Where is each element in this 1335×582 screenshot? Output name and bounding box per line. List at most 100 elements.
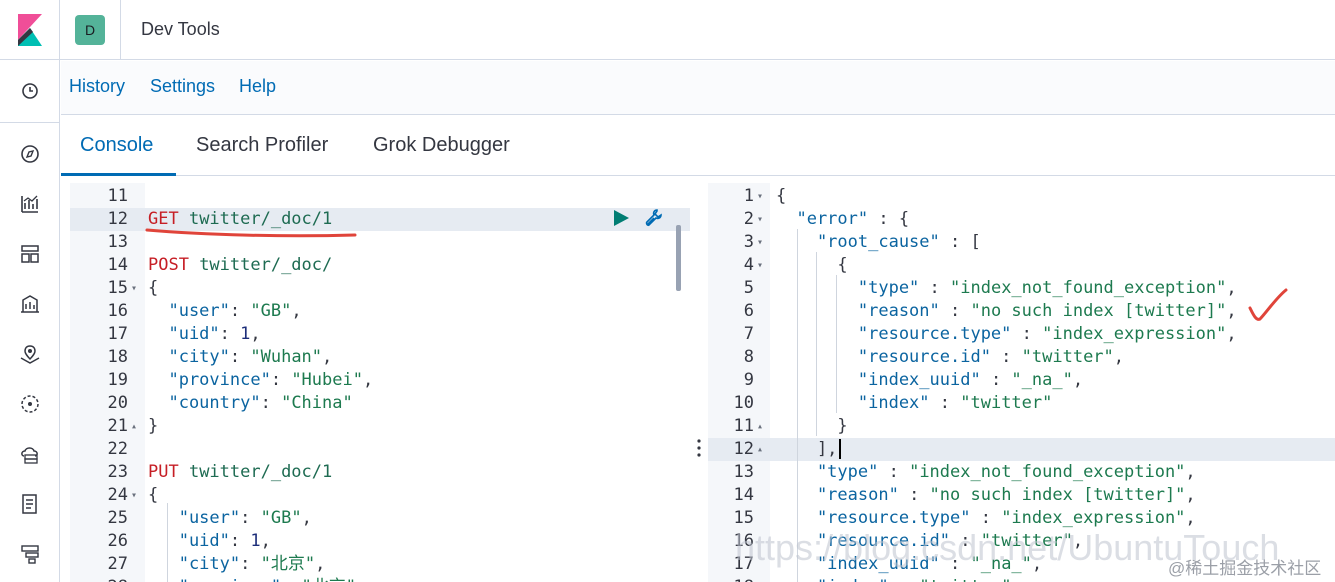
infrastructure-icon[interactable] xyxy=(16,440,44,468)
response-editor[interactable]: 1 ▾{2 ▾ "error" : {3 ▾ "root_cause" : [4 ▾ {… xyxy=(708,183,1335,582)
code-line: 4 ▾ { xyxy=(708,254,1335,277)
code-text: { xyxy=(148,484,158,507)
recently-viewed-icon[interactable] xyxy=(16,77,44,105)
fold-toggle-icon: ▾ xyxy=(757,214,764,225)
code-text: "province": "Hubei", xyxy=(148,369,373,392)
json-punctuation: , xyxy=(1185,462,1196,482)
json-punctuation: , xyxy=(1226,301,1237,321)
line-number: 11 xyxy=(733,416,754,436)
json-key: "error" xyxy=(776,209,869,229)
line-number: 7 xyxy=(743,324,754,344)
visualize-icon[interactable] xyxy=(16,190,44,218)
discover-icon[interactable] xyxy=(16,140,44,168)
json-number-value: 1 xyxy=(250,531,261,551)
json-punctuation: , xyxy=(322,347,333,367)
line-number: 13 xyxy=(107,232,128,252)
json-colon: : xyxy=(240,554,261,574)
code-line: 14 "reason" : "no such index [twitter]", xyxy=(708,484,1335,507)
machine-learning-icon[interactable] xyxy=(16,390,44,418)
code-line: 28 "province": "北京", xyxy=(70,576,690,582)
line-number: 20 xyxy=(107,393,128,413)
json-text: ], xyxy=(776,439,838,459)
json-punctuation: , xyxy=(1185,485,1196,505)
wrench-settings-icon[interactable] xyxy=(643,207,665,229)
tab-search-profiler[interactable]: Search Profiler xyxy=(196,134,328,157)
json-key: "reason" xyxy=(776,485,899,505)
code-text: "resource.id" : "twitter", xyxy=(776,346,1124,369)
json-text: { xyxy=(148,278,159,298)
code-text: "type" : "index_not_found_exception", xyxy=(776,461,1196,484)
line-number: 9 xyxy=(743,370,754,390)
json-string-value: "twitter" xyxy=(919,577,1011,582)
request-url: twitter/_doc/1 xyxy=(178,209,333,229)
line-number: 3 xyxy=(743,232,754,252)
line-number: 12 xyxy=(107,209,128,229)
json-key: "index" xyxy=(776,393,930,413)
json-text: } xyxy=(776,416,848,436)
code-line: 17 "uid": 1, xyxy=(70,323,690,346)
logs-icon[interactable] xyxy=(16,490,44,518)
request-editor[interactable]: 11 12 GET twitter/_doc/1 13 14 POST twitter/_… xyxy=(70,183,690,582)
code-text: "country": "China" xyxy=(148,392,352,415)
json-colon: : xyxy=(229,301,251,321)
line-number: 15 xyxy=(107,278,128,298)
json-punctuation: : [ xyxy=(939,232,981,252)
line-number: 2 xyxy=(743,209,754,229)
drag-handle-icon[interactable] xyxy=(696,437,702,459)
space-avatar[interactable]: D xyxy=(75,15,105,45)
code-text: "user": "GB", xyxy=(148,300,301,323)
json-colon: : xyxy=(229,531,251,551)
json-key: "user" xyxy=(148,508,241,528)
json-string-value: "index_expression" xyxy=(1001,508,1186,528)
dashboard-icon[interactable] xyxy=(16,240,44,268)
history-link[interactable]: History xyxy=(69,76,125,97)
code-text: "province": "北京", xyxy=(148,576,367,582)
json-string-value: "index_not_found_exception" xyxy=(909,462,1186,482)
json-punctuation: : xyxy=(898,485,930,505)
json-string-value: "Wuhan" xyxy=(250,347,323,367)
json-colon: : xyxy=(240,508,261,528)
json-colon: : xyxy=(260,393,282,413)
code-line: 7 "resource.type" : "index_expression", xyxy=(708,323,1335,346)
code-line: 1 ▾ { xyxy=(708,185,1335,208)
kibana-logo-icon xyxy=(18,14,42,46)
json-key: "resource.type" xyxy=(776,324,1012,344)
json-key: "uid" xyxy=(148,324,220,344)
apm-icon[interactable] xyxy=(16,540,44,568)
json-punctuation: : xyxy=(1011,324,1043,344)
code-line: 10 "index" : "twitter" xyxy=(708,392,1335,415)
line-number: 21 xyxy=(107,416,128,436)
json-key: "city" xyxy=(148,347,230,367)
watermark: @稀土掘金技术社区 xyxy=(1168,559,1322,578)
code-line: 20 "country": "China" xyxy=(70,392,690,415)
tab-console[interactable]: Console xyxy=(80,134,153,157)
help-link[interactable]: Help xyxy=(239,76,276,97)
json-colon: : xyxy=(229,347,251,367)
json-punctuation: , xyxy=(1113,347,1125,367)
line-number: 5 xyxy=(743,278,754,298)
kibana-logo[interactable] xyxy=(0,0,60,60)
settings-link[interactable]: Settings xyxy=(150,76,215,97)
code-text: "city": "北京", xyxy=(148,553,326,576)
code-line: 13 "type" : "index_not_found_exception", xyxy=(708,461,1335,484)
code-line: 21 ▴} xyxy=(70,415,690,438)
indent-guide xyxy=(816,252,817,436)
fold-toggle-icon: ▾ xyxy=(131,283,138,294)
code-line: 19 "province": "Hubei", xyxy=(70,369,690,392)
json-string-value: "北京" xyxy=(302,577,356,582)
maps-icon[interactable] xyxy=(16,340,44,368)
request-scrollbar[interactable] xyxy=(676,225,681,291)
tab-grok-debugger[interactable]: Grok Debugger xyxy=(373,134,510,157)
code-line: 11 ▴ } xyxy=(708,415,1335,438)
line-number: 14 xyxy=(107,255,128,275)
run-request-icon[interactable] xyxy=(612,209,630,227)
kibana-app: D Dev Tools History Settings Help Consol… xyxy=(0,0,1335,582)
json-punctuation: : xyxy=(929,393,961,413)
canvas-icon[interactable] xyxy=(16,290,44,318)
editor-splitter[interactable] xyxy=(690,183,708,582)
json-punctuation: , xyxy=(301,508,312,528)
json-string-value: "index_expression" xyxy=(1042,324,1227,344)
http-method: PUT xyxy=(148,462,179,482)
json-text: { xyxy=(776,255,848,275)
json-punctuation: , xyxy=(362,370,374,390)
